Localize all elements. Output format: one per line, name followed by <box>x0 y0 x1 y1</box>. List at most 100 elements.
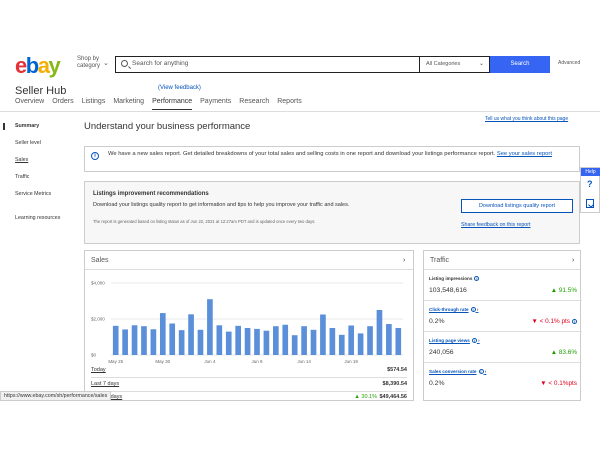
sales-bar[interactable] <box>207 299 213 355</box>
sales-row[interactable]: Today $574.54 <box>91 367 407 378</box>
logo-letter: y <box>48 53 60 78</box>
status-bar-url: https://www.ebay.com/sh/performance/sale… <box>0 391 112 401</box>
info-icon[interactable]: i <box>572 318 577 324</box>
sidebar-item-summary[interactable]: Summary <box>15 123 39 129</box>
search-icon <box>121 60 128 67</box>
sales-row[interactable]: Last 31 days ▲ 30.1% $49,464.56 <box>91 394 407 401</box>
view-feedback-link[interactable]: (View feedback) <box>158 85 201 91</box>
shop-by-category-button[interactable]: Shop by category <box>77 56 100 70</box>
sales-bar[interactable] <box>216 325 223 355</box>
sales-bar[interactable] <box>273 326 279 355</box>
sales-bar[interactable] <box>291 335 298 355</box>
sales-bar[interactable] <box>310 329 317 355</box>
sales-bar[interactable] <box>178 330 185 355</box>
sales-bar[interactable] <box>386 324 392 355</box>
x-tick-label: Jun 4 <box>204 359 216 364</box>
chevron-down-icon: ⌄ <box>478 61 484 67</box>
see-sales-report-link[interactable]: See your sales report <box>497 151 552 157</box>
metric-label-text: Click-through rate <box>429 307 469 312</box>
search-bar[interactable]: Search for anything <box>115 56 419 73</box>
info-icon[interactable]: i <box>471 338 477 344</box>
sidebar-item-sales[interactable]: Sales <box>15 157 28 163</box>
sales-bar[interactable] <box>150 329 157 355</box>
y-tick-label: $0 <box>91 353 97 358</box>
sales-bar[interactable] <box>235 325 241 355</box>
sales-bar[interactable] <box>338 334 345 355</box>
chevron-right-icon[interactable]: › <box>572 257 574 264</box>
sales-bar[interactable] <box>131 325 138 355</box>
search-button[interactable]: Search <box>490 56 550 73</box>
tab-reports[interactable]: Reports <box>277 98 302 110</box>
banner-message: We have a new sales report. Get detailed… <box>108 151 496 157</box>
tab-orders[interactable]: Orders <box>52 98 73 110</box>
chevron-right-icon[interactable]: › <box>403 257 405 264</box>
card-description: Download your listings quality report to… <box>93 202 350 208</box>
sales-row[interactable]: Last 7 days $8,390.54 <box>91 381 407 392</box>
ebay-logo[interactable]: ebay <box>15 53 61 79</box>
metric-label[interactable]: Sales conversion rate i › <box>429 369 487 375</box>
sales-bar[interactable] <box>329 328 336 355</box>
share-feedback-link[interactable]: Share feedback on this report <box>461 222 531 228</box>
sidebar-item-traffic[interactable]: Traffic <box>15 174 29 180</box>
download-report-button[interactable]: Download listings quality report <box>461 199 573 213</box>
category-select[interactable]: All Categories ⌄ <box>419 56 490 73</box>
sidebar-item-seller-level[interactable]: Seller level <box>15 140 41 146</box>
sales-bar[interactable] <box>141 326 147 355</box>
tell-us-link[interactable]: Tell us what you think about this page <box>485 116 568 122</box>
x-tick-label: May 30 <box>155 359 170 364</box>
card-title: Sales <box>91 257 109 264</box>
metric-label[interactable]: Listing page views i › <box>429 338 480 344</box>
help-button[interactable]: Help <box>581 168 600 176</box>
traffic-card: Traffic › Listing impressions i 103,548,6… <box>423 250 582 401</box>
tab-performance[interactable]: Performance <box>152 98 193 110</box>
metric-value: 0.2% <box>429 380 445 387</box>
y-tick-label: $4,000 <box>91 281 105 286</box>
sales-bar[interactable] <box>169 323 176 356</box>
sales-bar[interactable] <box>254 328 260 355</box>
sidebar-item-service-metrics[interactable]: Service Metrics <box>15 191 51 197</box>
listings-improvement-card: Listings improvement recommendations Dow… <box>84 181 580 244</box>
sales-bar[interactable] <box>112 325 119 355</box>
search-input[interactable]: Search for anything <box>132 60 188 67</box>
sidebar-item-learning-resources[interactable]: Learning resources <box>15 215 60 221</box>
feedback-icon[interactable] <box>586 199 594 208</box>
sales-bar[interactable] <box>282 324 289 355</box>
info-icon[interactable]: i <box>470 307 476 313</box>
hub-tabs: Overview Orders Listings Marketing Perfo… <box>15 98 310 110</box>
sales-row-value: $574.54 <box>387 367 407 373</box>
sales-bar[interactable] <box>376 310 383 355</box>
sales-bar[interactable] <box>159 313 166 355</box>
info-icon[interactable]: i <box>478 369 484 375</box>
question-icon[interactable]: ? <box>587 179 593 189</box>
tab-research[interactable]: Research <box>239 98 269 110</box>
chevron-right-icon: › <box>476 307 479 312</box>
info-icon[interactable]: i <box>474 276 480 282</box>
sales-bar[interactable] <box>188 314 194 355</box>
sales-bar[interactable] <box>197 329 204 355</box>
sales-bar[interactable] <box>263 330 270 355</box>
metric-value: 0.2% <box>429 318 445 325</box>
tab-overview[interactable]: Overview <box>15 98 44 110</box>
metric-label[interactable]: Click-through rate i › <box>429 307 479 313</box>
chevron-down-icon[interactable]: ⌄ <box>103 59 109 67</box>
sales-bar[interactable] <box>348 325 355 355</box>
sales-row-value: $49,464.56 <box>379 394 407 400</box>
advanced-search-link[interactable]: Advanced <box>558 60 580 66</box>
sales-bar-chart: $4,000 $2,000 $0 May 25 May 30 Jun 4 Jun 9 Jun … <box>91 281 403 364</box>
sales-bar[interactable] <box>367 326 373 355</box>
sales-bar[interactable] <box>320 314 326 356</box>
tab-listings[interactable]: Listings <box>82 98 106 110</box>
info-banner-text: We have a new sales report. Get detailed… <box>108 151 574 158</box>
sales-bar[interactable] <box>122 329 128 355</box>
card-note: The report is generated based on listing… <box>93 219 316 224</box>
sales-bar[interactable] <box>395 328 402 355</box>
sales-bar[interactable] <box>357 333 364 355</box>
sales-bar[interactable] <box>225 331 232 355</box>
tab-payments[interactable]: Payments <box>200 98 231 110</box>
sales-bar[interactable] <box>244 328 251 355</box>
logo-letter: a <box>37 53 50 78</box>
tab-marketing[interactable]: Marketing <box>113 98 144 110</box>
chevron-right-icon: › <box>484 369 487 374</box>
metric-label: Listing impressions i <box>429 276 480 282</box>
sales-bar[interactable] <box>301 326 307 355</box>
